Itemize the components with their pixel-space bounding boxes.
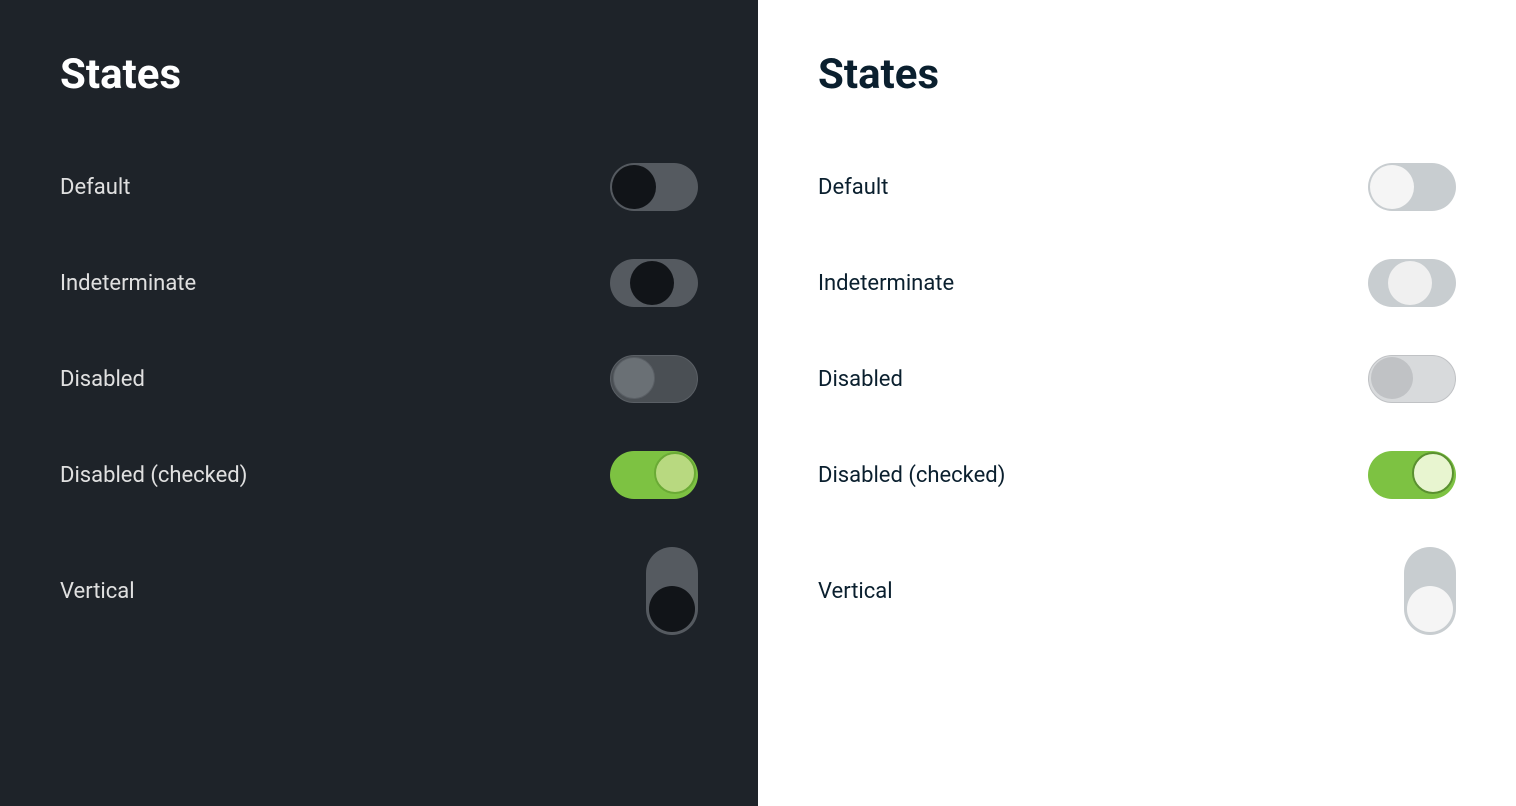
dark-default-toggle[interactable] bbox=[610, 163, 698, 211]
light-vertical-row: Vertical bbox=[818, 523, 1456, 659]
dark-indeterminate-label: Indeterminate bbox=[60, 271, 196, 296]
dark-default-label: Default bbox=[60, 175, 130, 200]
light-panel: States Default Indeterminate Disabled Di… bbox=[758, 0, 1516, 806]
dark-indeterminate-row: Indeterminate bbox=[60, 235, 698, 331]
dark-disabled-checked-track bbox=[610, 451, 698, 499]
dark-panel-title: States bbox=[60, 50, 698, 99]
dark-disabled-checked-toggle bbox=[610, 451, 698, 499]
dark-default-row: Default bbox=[60, 139, 698, 235]
dark-default-track[interactable] bbox=[610, 163, 698, 211]
dark-panel: States Default Indeterminate Disabled Di… bbox=[0, 0, 758, 806]
light-disabled-checked-toggle bbox=[1368, 451, 1456, 499]
light-disabled-track bbox=[1368, 355, 1456, 403]
light-disabled-checked-row: Disabled (checked) bbox=[818, 427, 1456, 523]
light-vertical-knob bbox=[1407, 586, 1453, 632]
light-disabled-checked-label: Disabled (checked) bbox=[818, 463, 1005, 488]
light-disabled-knob bbox=[1371, 357, 1413, 399]
light-indeterminate-row: Indeterminate bbox=[818, 235, 1456, 331]
dark-vertical-row: Vertical bbox=[60, 523, 698, 659]
dark-disabled-label: Disabled bbox=[60, 367, 145, 392]
light-disabled-row: Disabled bbox=[818, 331, 1456, 427]
light-disabled-checked-knob bbox=[1412, 452, 1454, 494]
dark-vertical-track[interactable] bbox=[646, 547, 698, 635]
light-disabled-checked-track bbox=[1368, 451, 1456, 499]
dark-vertical-label: Vertical bbox=[60, 579, 135, 604]
dark-disabled-checked-knob bbox=[654, 452, 696, 494]
light-indeterminate-knob bbox=[1388, 261, 1432, 305]
dark-indeterminate-toggle[interactable] bbox=[610, 259, 698, 307]
dark-vertical-knob bbox=[649, 586, 695, 632]
dark-disabled-row: Disabled bbox=[60, 331, 698, 427]
light-panel-title: States bbox=[818, 50, 1456, 99]
dark-indeterminate-knob bbox=[630, 261, 674, 305]
dark-disabled-track bbox=[610, 355, 698, 403]
light-default-label: Default bbox=[818, 175, 888, 200]
light-default-knob bbox=[1370, 165, 1414, 209]
light-indeterminate-toggle[interactable] bbox=[1368, 259, 1456, 307]
light-vertical-label: Vertical bbox=[818, 579, 893, 604]
dark-vertical-toggle[interactable] bbox=[646, 547, 698, 635]
light-disabled-toggle bbox=[1368, 355, 1456, 403]
dark-disabled-knob bbox=[613, 357, 655, 399]
dark-disabled-toggle bbox=[610, 355, 698, 403]
dark-default-knob bbox=[612, 165, 656, 209]
light-disabled-label: Disabled bbox=[818, 367, 903, 392]
light-vertical-toggle[interactable] bbox=[1404, 547, 1456, 635]
light-indeterminate-track[interactable] bbox=[1368, 259, 1456, 307]
light-default-row: Default bbox=[818, 139, 1456, 235]
dark-indeterminate-track[interactable] bbox=[610, 259, 698, 307]
light-indeterminate-label: Indeterminate bbox=[818, 271, 954, 296]
light-vertical-track[interactable] bbox=[1404, 547, 1456, 635]
dark-disabled-checked-label: Disabled (checked) bbox=[60, 463, 247, 488]
light-default-track[interactable] bbox=[1368, 163, 1456, 211]
dark-disabled-checked-row: Disabled (checked) bbox=[60, 427, 698, 523]
light-default-toggle[interactable] bbox=[1368, 163, 1456, 211]
